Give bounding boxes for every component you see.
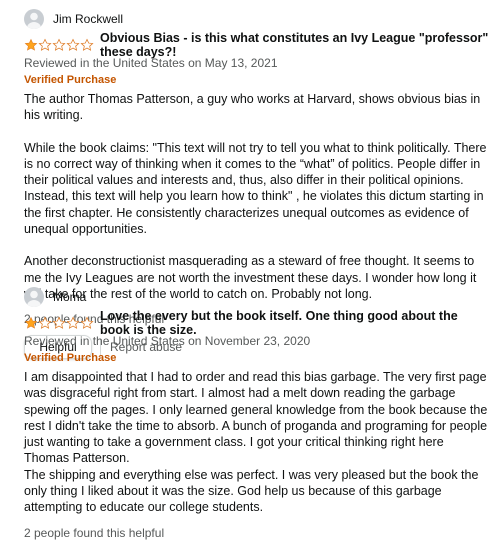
review-paragraph: While the book claims: "This text will n… — [24, 140, 487, 237]
star-empty-icon — [38, 38, 52, 51]
reviewer-profile[interactable]: Jim Rockwell — [24, 8, 490, 30]
review-body: I am disappointed that I had to order an… — [24, 369, 490, 516]
review-paragraph: I am disappointed that I had to order an… — [24, 370, 488, 466]
star-filled-icon — [24, 316, 38, 329]
verified-purchase-badge: Verified Purchase — [24, 74, 117, 86]
review-body: The author Thomas Patterson, a guy who w… — [24, 91, 490, 302]
star-empty-icon — [80, 38, 94, 51]
review-title[interactable]: Love the every but the book itself. One … — [100, 309, 490, 337]
star-rating[interactable] — [24, 316, 94, 330]
verified-purchase-badge: Verified Purchase — [24, 352, 117, 364]
star-empty-icon — [52, 38, 66, 51]
review-paragraph: The author Thomas Patterson, a guy who w… — [24, 92, 481, 123]
star-empty-icon — [66, 38, 80, 51]
review-paragraph: The shipping and everything else was per… — [24, 467, 479, 515]
star-filled-icon — [24, 38, 38, 51]
star-rating[interactable] — [24, 38, 94, 52]
review: Moma Love the every but the book itself.… — [24, 286, 490, 540]
avatar — [24, 287, 44, 307]
helpful-count: 2 people found this helpful — [24, 525, 165, 540]
user-silhouette-icon — [27, 12, 41, 29]
star-empty-icon — [52, 316, 66, 329]
star-empty-icon — [80, 316, 94, 329]
user-silhouette-icon — [27, 290, 41, 307]
avatar — [24, 9, 44, 29]
reviewer-profile[interactable]: Moma — [24, 286, 490, 308]
reviewer-name[interactable]: Jim Rockwell — [53, 12, 123, 26]
star-empty-icon — [38, 316, 52, 329]
review-title[interactable]: Obvious Bias - is this what constitutes … — [100, 31, 490, 59]
star-empty-icon — [66, 316, 80, 329]
reviewer-name[interactable]: Moma — [53, 290, 86, 304]
